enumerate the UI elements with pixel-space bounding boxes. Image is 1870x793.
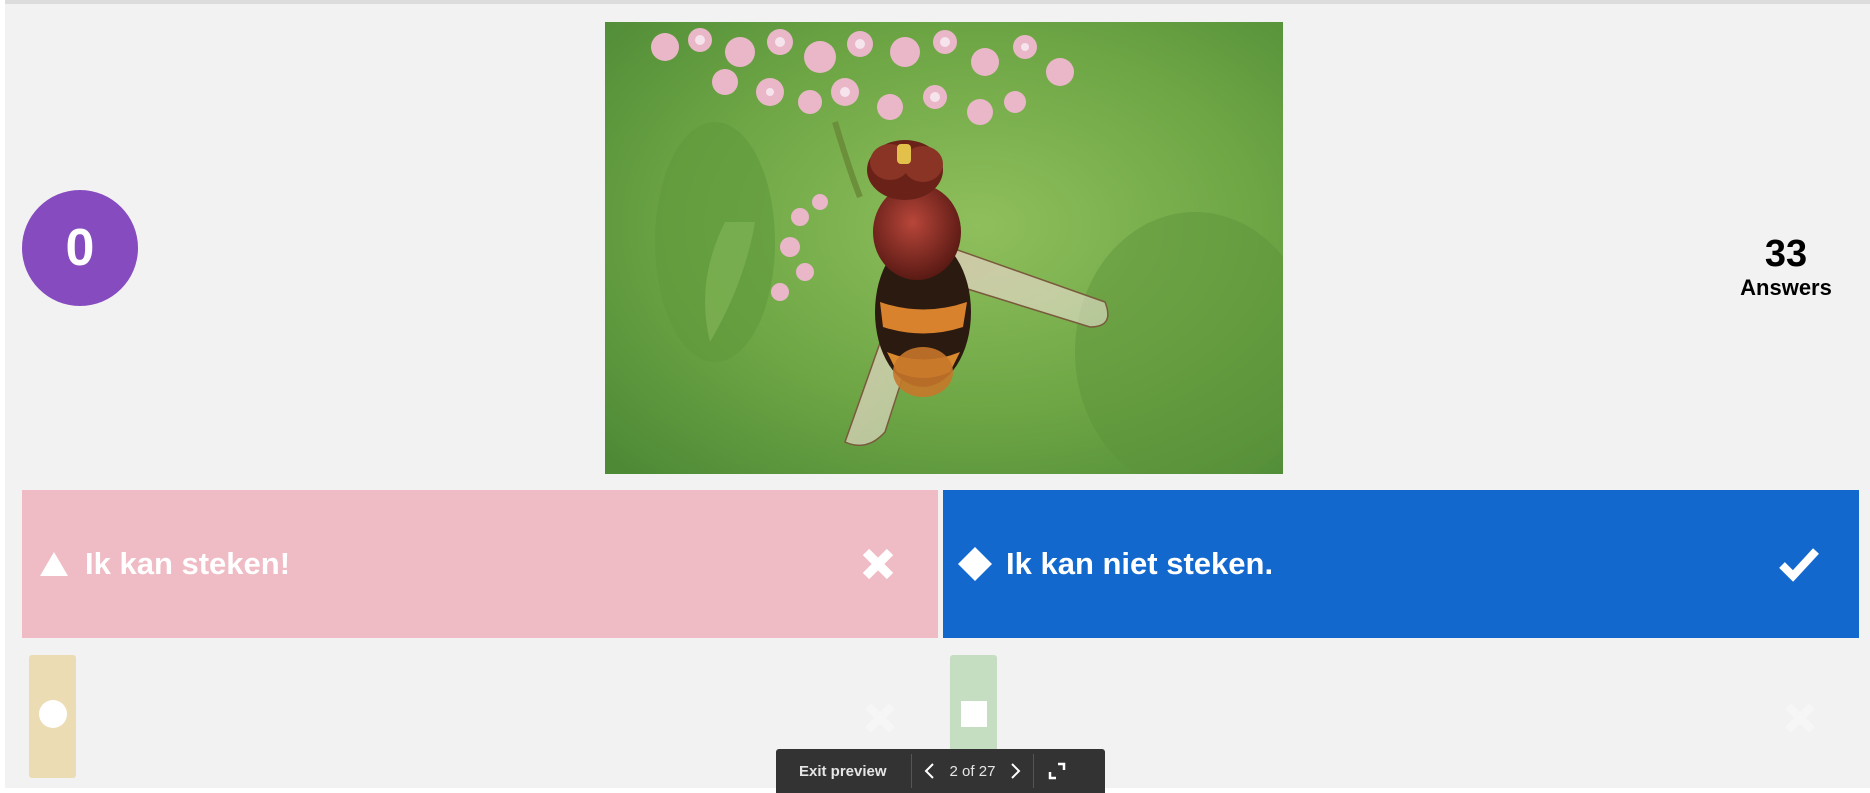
faded-answer-circle: [29, 655, 76, 778]
triangle-icon: [36, 546, 72, 582]
answers-count-number: 33: [1764, 233, 1808, 275]
page-indicator: 2 of 27: [949, 762, 996, 780]
score-value: 0: [65, 219, 95, 277]
answer-option-triangle[interactable]: Ik kan steken!: [22, 490, 938, 638]
question-image: [605, 22, 1283, 474]
answer-option-diamond[interactable]: Ik kan niet steken.: [943, 490, 1859, 638]
score-counter: 0: [22, 190, 138, 306]
answer-text: Ik kan steken!: [85, 546, 291, 581]
faded-cross-icon: [858, 696, 902, 740]
answers-count: 33 Answers: [1716, 232, 1856, 300]
exit-preview-button[interactable]: Exit preview: [776, 749, 911, 793]
top-border: [0, 0, 1870, 4]
square-icon: [960, 700, 988, 733]
answer-text: Ik kan niet steken.: [1006, 546, 1274, 581]
circle-icon: [38, 699, 68, 734]
cross-icon: [848, 534, 908, 594]
left-border: [0, 0, 5, 793]
faded-cross-icon: [1778, 696, 1822, 740]
chevron-left-icon[interactable]: [912, 749, 946, 793]
fullscreen-icon[interactable]: [1034, 749, 1080, 793]
chevron-right-icon[interactable]: [999, 749, 1033, 793]
answers-count-label: Answers: [1740, 275, 1832, 300]
preview-toolbar: Exit preview 2 of 27: [776, 749, 1105, 793]
check-icon: [1769, 534, 1829, 594]
diamond-icon: [957, 546, 993, 582]
